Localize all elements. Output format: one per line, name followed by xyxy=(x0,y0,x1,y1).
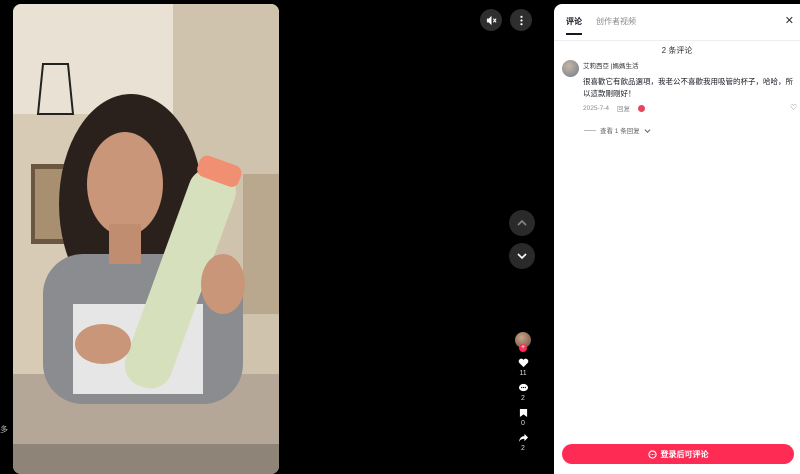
like-count: 11 xyxy=(519,370,527,377)
divider xyxy=(584,129,596,131)
comment-date: 2025-7-4 xyxy=(583,104,610,112)
share-icon[interactable] xyxy=(518,433,529,443)
comment-text: 很喜歡它有飲品選項，我老公不喜歡我用吸管的杯子，哈哈，所以這款剛剛好！ xyxy=(583,77,793,98)
login-button-label: 登录后可评论 xyxy=(660,449,709,459)
chevron-up-icon xyxy=(517,219,527,226)
comment-count: 2 xyxy=(521,395,525,402)
comment-total: 2 条评论 xyxy=(661,46,693,55)
comment-icon[interactable] xyxy=(518,383,529,393)
creator-avatar-button[interactable]: + xyxy=(515,332,531,352)
tab-creator-videos[interactable]: 创作者视频 xyxy=(596,16,636,35)
chat-icon xyxy=(647,449,657,459)
view-replies-button[interactable]: 查看 1 条回复 xyxy=(584,125,651,135)
close-icon[interactable]: ✕ xyxy=(785,14,794,27)
follow-plus-icon[interactable]: + xyxy=(519,344,527,352)
login-to-comment-button[interactable]: 登录后可评论 xyxy=(562,444,794,464)
divider xyxy=(554,40,800,41)
heart-icon[interactable] xyxy=(518,358,529,368)
chevron-down-icon xyxy=(517,253,527,260)
tab-comments[interactable]: 评论 xyxy=(566,16,582,35)
mute-button[interactable] xyxy=(480,9,502,31)
share-count: 2 xyxy=(521,445,525,452)
more-vertical-icon xyxy=(519,15,523,25)
more-options-button[interactable] xyxy=(510,9,532,31)
previous-video-button[interactable] xyxy=(509,210,535,236)
action-bar: + 11 2 0 2 xyxy=(512,332,534,458)
bookmark-icon[interactable] xyxy=(519,408,528,418)
next-video-button[interactable] xyxy=(509,243,535,269)
speaker-mute-icon xyxy=(486,15,497,25)
video-player[interactable] xyxy=(13,4,279,474)
comment-panel: 评论 创作者视频 ✕ 2 条评论 艾莉西亞 |媽媽生活 很喜歡它有飲品選項，我老… xyxy=(554,4,800,474)
avatar[interactable] xyxy=(562,60,579,77)
view-replies-label: 查看 1 条回复 xyxy=(600,128,640,135)
comment-meta: 2025-7-4 回复 xyxy=(583,103,646,113)
video-frame xyxy=(13,4,279,474)
chevron-down-icon xyxy=(644,128,651,133)
side-label: 多 xyxy=(0,425,8,434)
reply-button[interactable]: 回复 xyxy=(617,103,630,113)
panel-tabs: 评论 创作者视频 xyxy=(566,16,636,35)
comment-like-icon[interactable]: ♡ xyxy=(790,103,797,112)
save-count: 0 xyxy=(521,420,525,427)
creator-badge-icon xyxy=(638,104,646,112)
comment-author[interactable]: 艾莉西亞 |媽媽生活 xyxy=(583,60,639,70)
